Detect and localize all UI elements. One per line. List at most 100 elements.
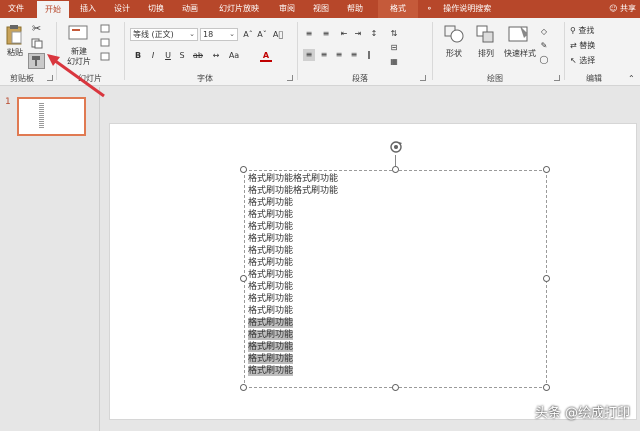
- copy-icon[interactable]: [31, 38, 43, 52]
- tell-me-search[interactable]: ⚬ 操作说明搜索: [426, 0, 491, 18]
- ribbon-tab-bar: 文件 开始 插入 设计 切换 动画 幻灯片放映 审阅 视图 帮助 格式 ⚬ 操作…: [0, 0, 640, 18]
- paste-button-label[interactable]: 粘贴: [4, 48, 26, 58]
- resize-handle[interactable]: [543, 384, 550, 391]
- quick-styles-label[interactable]: 快速样式: [498, 49, 542, 59]
- layout-icon[interactable]: [100, 24, 110, 36]
- rotate-handle-icon[interactable]: [389, 140, 403, 154]
- grow-font-icon[interactable]: Aˆ: [242, 29, 254, 41]
- resize-handle[interactable]: [392, 384, 399, 391]
- align-right-icon[interactable]: ≡: [333, 49, 345, 61]
- tab-format[interactable]: 格式: [378, 0, 418, 18]
- shapes-label[interactable]: 形状: [440, 49, 468, 59]
- clipboard-launcher-icon[interactable]: [47, 75, 53, 81]
- tab-file[interactable]: 文件: [2, 0, 30, 18]
- shadow-button[interactable]: S: [176, 50, 188, 62]
- decrease-indent-icon[interactable]: ⇤: [338, 28, 350, 40]
- numbering-icon[interactable]: ≡: [320, 28, 332, 40]
- resize-handle[interactable]: [392, 166, 399, 173]
- font-launcher-icon[interactable]: [287, 75, 293, 81]
- resize-handle[interactable]: [543, 275, 550, 282]
- paste-icon[interactable]: [5, 24, 23, 49]
- text-line-selected: 格式刷功能: [248, 318, 294, 328]
- paragraph-group-label: 段落: [352, 74, 368, 83]
- cut-icon[interactable]: ✂: [32, 22, 41, 35]
- tab-insert[interactable]: 插入: [74, 0, 102, 18]
- char-spacing-icon[interactable]: ↔: [210, 50, 222, 62]
- collapse-ribbon-icon[interactable]: ⌃: [628, 74, 635, 83]
- line-spacing-icon[interactable]: ↕: [368, 28, 380, 40]
- tell-me-label: 操作说明搜索: [443, 4, 492, 13]
- tab-help[interactable]: 帮助: [341, 0, 369, 18]
- justify-icon[interactable]: ≡: [348, 49, 360, 61]
- align-center-icon[interactable]: ≡: [318, 49, 330, 61]
- share-button[interactable]: ☺ 共享: [609, 0, 636, 18]
- paragraph-launcher-icon[interactable]: [420, 75, 426, 81]
- person-icon: ☺: [609, 4, 618, 13]
- underline-button[interactable]: U: [162, 50, 174, 62]
- drawing-launcher-icon[interactable]: [554, 75, 560, 81]
- lightbulb-icon: ⚬: [426, 4, 433, 13]
- tab-transitions[interactable]: 切换: [142, 0, 170, 18]
- tab-view[interactable]: 视图: [307, 0, 335, 18]
- font-color-button[interactable]: A: [260, 50, 272, 62]
- resize-handle[interactable]: [240, 275, 247, 282]
- reset-icon[interactable]: [100, 38, 110, 50]
- align-left-icon[interactable]: ≡: [303, 49, 315, 61]
- new-slide-icon[interactable]: [68, 23, 90, 44]
- resize-handle[interactable]: [240, 166, 247, 173]
- font-group-label: 字体: [197, 74, 213, 83]
- columns-icon[interactable]: ‖: [363, 49, 375, 61]
- shrink-font-icon[interactable]: Aˇ: [256, 29, 268, 41]
- align-text-icon[interactable]: ⊟: [388, 42, 400, 54]
- font-name-combo[interactable]: 等线 (正文) ⌄: [130, 28, 198, 41]
- text-box-content[interactable]: 格式刷功能格式刷功能 格式刷功能格式刷功能 格式刷功能 格式刷功能 格式刷功能 …: [248, 173, 448, 377]
- smartart-icon[interactable]: ▦: [388, 56, 400, 68]
- text-line: 格式刷功能: [248, 234, 294, 244]
- resize-handle[interactable]: [543, 166, 550, 173]
- find-label: 查找: [578, 26, 595, 35]
- text-line: 格式刷功能: [248, 258, 294, 268]
- section-icon[interactable]: [100, 52, 110, 64]
- resize-handle[interactable]: [240, 384, 247, 391]
- tab-review[interactable]: 审阅: [273, 0, 301, 18]
- quick-styles-icon[interactable]: [508, 24, 530, 47]
- clipboard-group-label: 剪贴板: [10, 74, 34, 83]
- italic-button[interactable]: I: [147, 50, 159, 62]
- select-button[interactable]: ↖ 选择: [570, 55, 595, 66]
- text-line: 格式刷功能格式刷功能: [248, 174, 339, 184]
- tab-home[interactable]: 开始: [37, 1, 69, 18]
- group-divider: [124, 22, 125, 80]
- arrange-label[interactable]: 排列: [472, 49, 500, 59]
- bullets-icon[interactable]: ≡: [303, 28, 315, 40]
- arrange-icon[interactable]: [475, 24, 495, 47]
- group-divider: [297, 22, 298, 80]
- strikethrough-icon[interactable]: ab: [192, 50, 204, 62]
- font-size-combo[interactable]: 18 ⌄: [200, 28, 238, 41]
- slide-number: 1: [5, 97, 11, 107]
- chevron-down-icon: ⌄: [189, 30, 195, 38]
- shape-outline-icon[interactable]: ✎: [538, 40, 550, 52]
- tab-animations[interactable]: 动画: [176, 0, 204, 18]
- tab-design[interactable]: 设计: [108, 0, 136, 18]
- new-slide-label[interactable]: 新建: [64, 47, 94, 57]
- text-line: 格式刷功能: [248, 306, 294, 316]
- group-divider: [564, 22, 565, 80]
- shape-effects-icon[interactable]: ◯: [538, 54, 550, 66]
- clear-format-icon[interactable]: A⃠: [272, 29, 284, 41]
- change-case-icon[interactable]: Aa: [228, 50, 240, 62]
- format-painter-button[interactable]: [28, 53, 45, 69]
- slide-thumbnail[interactable]: [17, 97, 86, 136]
- find-button[interactable]: ⚲ 查找: [570, 25, 594, 36]
- text-direction-icon[interactable]: ⇅: [388, 28, 400, 40]
- tab-slideshow[interactable]: 幻灯片放映: [212, 0, 266, 18]
- new-slide-label-2[interactable]: 幻灯片: [62, 57, 96, 67]
- font-name-value: 等线 (正文): [133, 30, 174, 39]
- thumbnail-text-lines: [39, 103, 44, 129]
- bold-button[interactable]: B: [132, 50, 144, 62]
- replace-icon: ⇄: [570, 41, 577, 50]
- share-label: 共享: [620, 4, 636, 13]
- increase-indent-icon[interactable]: ⇥: [352, 28, 364, 40]
- shape-fill-icon[interactable]: ◇: [538, 26, 550, 38]
- replace-button[interactable]: ⇄ 替换: [570, 40, 595, 51]
- shapes-icon[interactable]: [444, 24, 464, 47]
